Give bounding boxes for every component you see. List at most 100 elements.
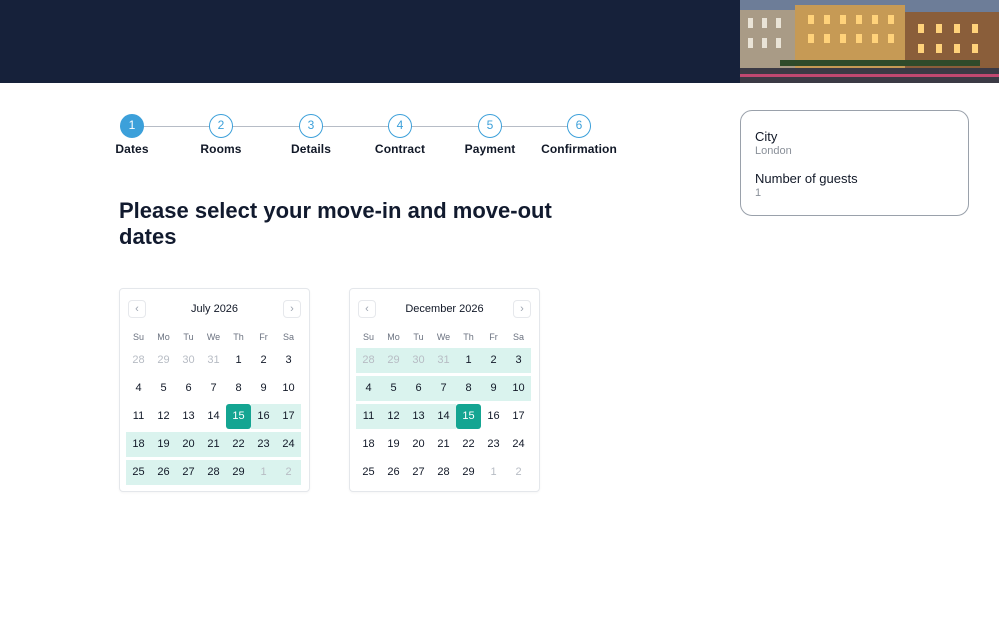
day-cell[interactable]: 2 [276, 460, 301, 485]
chevron-right-icon[interactable]: › [513, 300, 531, 318]
day-cell[interactable]: 13 [176, 404, 201, 429]
step-payment[interactable]: 5 Payment [445, 114, 535, 156]
day-cell[interactable]: 29 [381, 348, 406, 373]
day-cell[interactable]: 29 [151, 348, 176, 373]
day-cell[interactable]: 8 [456, 376, 481, 401]
day-cell[interactable]: 21 [431, 432, 456, 457]
step-number: 4 [388, 114, 412, 138]
day-cell[interactable]: 27 [176, 460, 201, 485]
selected-day-cell[interactable]: 15 [456, 404, 481, 429]
day-cell[interactable]: 1 [456, 348, 481, 373]
progress-stepper: 1 Dates 2 Rooms 3 Details 4 Contract 5 P… [103, 114, 633, 159]
step-details[interactable]: 3 Details [266, 114, 356, 156]
day-cell[interactable]: 3 [276, 348, 301, 373]
day-cell[interactable]: 8 [226, 376, 251, 401]
step-rooms[interactable]: 2 Rooms [176, 114, 266, 156]
day-cell[interactable]: 4 [356, 376, 381, 401]
step-label: Confirmation [541, 142, 617, 156]
day-cell[interactable]: 9 [251, 376, 276, 401]
day-cell[interactable]: 22 [226, 432, 251, 457]
step-contract[interactable]: 4 Contract [355, 114, 445, 156]
weekday-label: Su [132, 332, 144, 342]
day-cell[interactable]: 19 [381, 432, 406, 457]
weekday-label: Su [362, 332, 374, 342]
day-cell[interactable]: 24 [506, 432, 531, 457]
day-cell[interactable]: 26 [381, 460, 406, 485]
day-cell[interactable]: 18 [126, 432, 151, 457]
day-cell[interactable]: 19 [151, 432, 176, 457]
day-cell[interactable]: 6 [406, 376, 431, 401]
weekday-label: Sa [282, 332, 294, 342]
day-cell[interactable]: 11 [356, 404, 381, 429]
day-cell[interactable]: 7 [201, 376, 226, 401]
day-cell[interactable]: 20 [406, 432, 431, 457]
day-cell[interactable]: 2 [251, 348, 276, 373]
day-cell[interactable]: 7 [431, 376, 456, 401]
step-label: Details [290, 142, 332, 156]
day-cell[interactable]: 26 [151, 460, 176, 485]
day-cell[interactable]: 28 [356, 348, 381, 373]
day-cell[interactable]: 5 [381, 376, 406, 401]
day-cell[interactable]: 12 [151, 404, 176, 429]
day-cell[interactable]: 1 [226, 348, 251, 373]
weekday-label: Fr [489, 332, 498, 342]
day-cell[interactable]: 24 [276, 432, 301, 457]
day-cell[interactable]: 2 [481, 348, 506, 373]
day-cell[interactable]: 1 [481, 460, 506, 485]
day-cell[interactable]: 12 [381, 404, 406, 429]
calendar-weeks: 28 29 30 31 1 2 3 4 5 6 7 8 9 10 11 12 13 14 15 16 17 18 19 20 2… [356, 348, 532, 485]
day-cell[interactable]: 22 [456, 432, 481, 457]
weekday-label: Fr [259, 332, 268, 342]
day-cell[interactable]: 27 [406, 460, 431, 485]
day-cell[interactable]: 28 [126, 348, 151, 373]
weekday-label: We [436, 332, 451, 342]
guests-label: Number of guests [755, 171, 858, 186]
day-cell[interactable]: 20 [176, 432, 201, 457]
guests-value: 1 [755, 187, 762, 199]
day-cell[interactable]: 28 [431, 460, 456, 485]
day-cell[interactable]: 11 [126, 404, 151, 429]
calendar-header: ‹ December 2026 › [350, 289, 539, 329]
day-cell[interactable]: 28 [201, 460, 226, 485]
day-cell[interactable]: 23 [251, 432, 276, 457]
day-cell[interactable]: 31 [431, 348, 456, 373]
weekday-label: Mo [157, 332, 170, 342]
day-cell[interactable]: 29 [456, 460, 481, 485]
page-title: Please select your move-in and move-out … [119, 198, 552, 249]
day-cell[interactable]: 3 [506, 348, 531, 373]
day-cell[interactable]: 18 [356, 432, 381, 457]
step-dates[interactable]: 1 Dates [87, 114, 177, 156]
day-cell[interactable]: 25 [126, 460, 151, 485]
day-cell[interactable]: 17 [506, 404, 531, 429]
chevron-right-icon[interactable]: › [283, 300, 301, 318]
day-cell[interactable]: 21 [201, 432, 226, 457]
day-cell[interactable]: 1 [251, 460, 276, 485]
day-cell[interactable]: 14 [201, 404, 226, 429]
selected-day-cell[interactable]: 15 [226, 404, 251, 429]
day-cell[interactable]: 5 [151, 376, 176, 401]
calendar-weeks: 28 29 30 31 1 2 3 4 5 6 7 8 9 10 11 12 13 14 15 16 17 18 19 20 2… [126, 348, 302, 485]
day-cell[interactable]: 2 [506, 460, 531, 485]
day-cell[interactable]: 13 [406, 404, 431, 429]
day-cell[interactable]: 17 [276, 404, 301, 429]
day-cell[interactable]: 10 [506, 376, 531, 401]
day-cell[interactable]: 16 [251, 404, 276, 429]
day-cell[interactable]: 30 [176, 348, 201, 373]
day-cell[interactable]: 30 [406, 348, 431, 373]
day-cell[interactable]: 9 [481, 376, 506, 401]
day-cell[interactable]: 25 [356, 460, 381, 485]
hero-photo [740, 0, 999, 83]
calendar-grid: Su Mo Tu We Th Fr Sa 28 29 30 31 1 2 3 4 5 6 7 8 9 10… [126, 329, 302, 485]
day-cell[interactable]: 4 [126, 376, 151, 401]
step-confirmation[interactable]: 6 Confirmation [534, 114, 624, 156]
day-cell[interactable]: 6 [176, 376, 201, 401]
calendar-week-row: 18 19 20 21 22 23 24 [356, 432, 532, 457]
calendar-week-row: 11 12 13 14 15 16 17 [126, 404, 302, 429]
day-cell[interactable]: 14 [431, 404, 456, 429]
day-cell[interactable]: 10 [276, 376, 301, 401]
day-cell[interactable]: 23 [481, 432, 506, 457]
day-cell[interactable]: 16 [481, 404, 506, 429]
day-cell[interactable]: 31 [201, 348, 226, 373]
day-cell[interactable]: 29 [226, 460, 251, 485]
calendar-week-row: 11 12 13 14 15 16 17 [356, 404, 532, 429]
